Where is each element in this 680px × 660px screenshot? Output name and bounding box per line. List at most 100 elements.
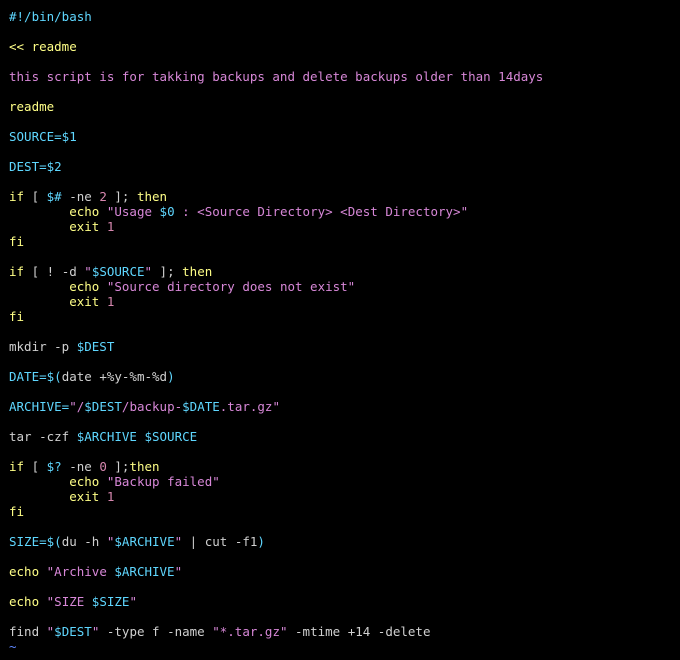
code-line[interactable]: ~ (9, 639, 680, 654)
code-token: [ (24, 189, 47, 204)
code-line[interactable] (9, 144, 680, 159)
code-line[interactable] (9, 579, 680, 594)
code-line[interactable] (9, 174, 680, 189)
code-line[interactable]: echo "Archive $ARCHIVE" (9, 564, 680, 579)
code-token: then (136, 189, 168, 204)
code-token: /backup- (121, 399, 183, 414)
code-token: " (174, 534, 183, 549)
code-line[interactable]: mkdir -p $DEST (9, 339, 680, 354)
code-token: " (174, 564, 183, 579)
code-token: readme (9, 99, 55, 114)
code-line[interactable]: SOURCE=$1 (9, 129, 680, 144)
code-line[interactable]: echo "Source directory does not exist" (9, 279, 680, 294)
code-line[interactable] (9, 324, 680, 339)
code-token: ARCHIVE= (9, 399, 70, 414)
code-token: $? (46, 459, 62, 474)
code-line[interactable]: ARCHIVE="/$DEST/backup-$DATE.tar.gz" (9, 399, 680, 414)
code-token: DATE= (9, 369, 47, 384)
code-line[interactable]: readme (9, 99, 680, 114)
code-token: -ne (61, 189, 100, 204)
code-token: SIZE= (9, 534, 47, 549)
code-token: "*.tar.gz" (212, 624, 288, 639)
code-line[interactable]: #!/bin/bash (9, 9, 680, 24)
code-line[interactable] (9, 54, 680, 69)
code-line[interactable]: if [ $? -ne 0 ];then (9, 459, 680, 474)
code-line[interactable]: if [ ! -d "$SOURCE" ]; then (9, 264, 680, 279)
code-token: echo (69, 204, 100, 219)
code-token: "Archive (46, 564, 115, 579)
code-line[interactable]: << readme (9, 39, 680, 54)
code-token: echo (9, 594, 40, 609)
code-token: $ARCHIVE (76, 429, 137, 444)
code-token: 2 (99, 189, 107, 204)
code-line[interactable]: find "$DEST" -type f -name "*.tar.gz" -m… (9, 624, 680, 639)
code-line[interactable]: exit 1 (9, 219, 680, 234)
code-line[interactable] (9, 249, 680, 264)
code-line[interactable]: tar -czf $ARCHIVE $SOURCE (9, 429, 680, 444)
code-line[interactable] (9, 609, 680, 624)
empty-line-tilde: ~ (9, 639, 17, 654)
code-token: mkdir -p (9, 339, 77, 354)
code-token: "/ (69, 399, 85, 414)
code-line[interactable] (9, 354, 680, 369)
code-line[interactable]: exit 1 (9, 489, 680, 504)
code-line[interactable]: if [ $# -ne 2 ]; then (9, 189, 680, 204)
code-token: fi (9, 504, 25, 519)
code-line[interactable]: this script is for takking backups and d… (9, 69, 680, 84)
code-token: tar -czf (9, 429, 77, 444)
code-line[interactable]: fi (9, 234, 680, 249)
code-token: ]; (106, 459, 130, 474)
code-token: ) (257, 534, 265, 549)
code-token: date +%y-%m-%d (61, 369, 168, 384)
code-token: this script is for takking backups and d… (9, 69, 544, 84)
code-line[interactable] (9, 114, 680, 129)
code-token: $( (46, 534, 62, 549)
code-token: $( (46, 369, 62, 384)
code-line[interactable] (9, 384, 680, 399)
code-token: $ARCHIVE (114, 564, 175, 579)
code-token: 0 (99, 459, 107, 474)
code-token: $0 (159, 204, 175, 219)
code-line[interactable]: DATE=$(date +%y-%m-%d) (9, 369, 680, 384)
code-token: 1 (106, 294, 115, 309)
code-token: $SOURCE (144, 429, 198, 444)
code-token: .tar.gz" (219, 399, 280, 414)
code-line[interactable]: SIZE=$(du -h "$ARCHIVE" | cut -f1) (9, 534, 680, 549)
code-token: $SOURCE (91, 264, 145, 279)
code-token: ]; (152, 264, 183, 279)
code-token: $# (46, 189, 62, 204)
code-token: echo (69, 279, 100, 294)
code-token: exit (69, 294, 100, 309)
code-line[interactable]: fi (9, 309, 680, 324)
code-token: << readme (9, 39, 77, 54)
code-line[interactable] (9, 519, 680, 534)
code-line[interactable]: fi (9, 504, 680, 519)
code-line[interactable] (9, 84, 680, 99)
code-line[interactable] (9, 549, 680, 564)
code-line[interactable] (9, 444, 680, 459)
code-token: find (9, 624, 47, 639)
code-token: 1 (106, 219, 115, 234)
code-token: -type f -name (99, 624, 213, 639)
code-line[interactable]: echo "SIZE $SIZE" (9, 594, 680, 609)
code-token: exit (69, 219, 100, 234)
code-token: if (9, 459, 25, 474)
code-line[interactable]: echo "Backup failed" (9, 474, 680, 489)
code-token: fi (9, 309, 25, 324)
code-line[interactable]: exit 1 (9, 294, 680, 309)
code-token: $DATE (182, 399, 220, 414)
code-line[interactable]: DEST=$2 (9, 159, 680, 174)
code-token: echo (9, 564, 40, 579)
code-line[interactable]: echo "Usage $0 : <Source Directory> <Des… (9, 204, 680, 219)
terminal-editor[interactable]: #!/bin/bash << readme this script is for t… (0, 0, 680, 660)
code-line[interactable] (9, 24, 680, 39)
code-line[interactable] (9, 414, 680, 429)
code-token: : <Source Directory> <Dest Directory>" (174, 204, 469, 219)
code-token: "Source directory does not exist" (106, 279, 356, 294)
